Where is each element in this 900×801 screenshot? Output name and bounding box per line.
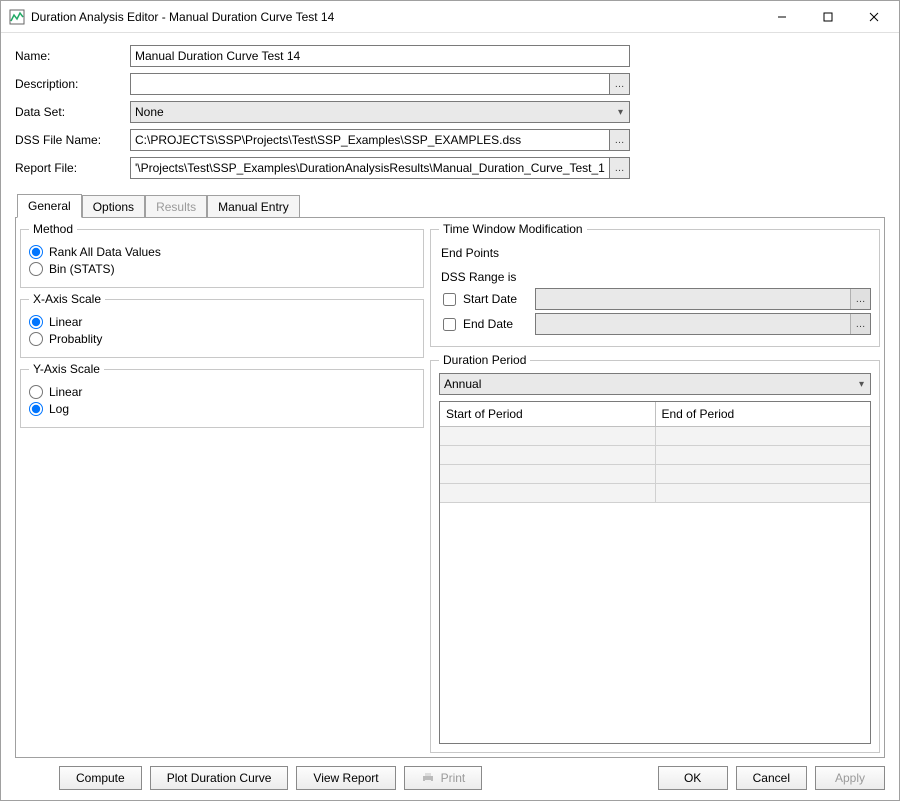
startdate-checkbox[interactable] <box>443 293 456 306</box>
endpoints-label: End Points <box>441 246 871 260</box>
yaxis-group: Y-Axis Scale Linear Log <box>20 362 424 428</box>
xaxis-linear-radio[interactable] <box>29 315 43 329</box>
ellipsis-icon: … <box>856 294 866 305</box>
print-label: Print <box>441 771 466 785</box>
yaxis-linear-label: Linear <box>49 385 82 399</box>
ok-button[interactable]: OK <box>658 766 728 790</box>
left-column: Method Rank All Data Values Bin (STATS) … <box>20 222 424 753</box>
yaxis-linear-radio[interactable] <box>29 385 43 399</box>
dssfile-label: DSS File Name: <box>15 133 130 147</box>
app-window: Duration Analysis Editor - Manual Durati… <box>0 0 900 801</box>
tab-panel-general: Method Rank All Data Values Bin (STATS) … <box>15 217 885 758</box>
duration-period-group: Duration Period Annual ▾ Start of Period… <box>430 353 880 753</box>
right-column: Time Window Modification End Points DSS … <box>430 222 880 753</box>
xaxis-linear-label: Linear <box>49 315 82 329</box>
tab-strip: General Options Results Manual Entry <box>15 193 885 217</box>
method-bin-radio[interactable] <box>29 262 43 276</box>
table-row[interactable] <box>440 427 870 446</box>
plot-duration-curve-button[interactable]: Plot Duration Curve <box>150 766 289 790</box>
period-table: Start of Period End of Period <box>439 401 871 744</box>
tab-manual-entry[interactable]: Manual Entry <box>207 195 300 218</box>
dssfile-browse-button[interactable]: … <box>610 129 630 151</box>
method-group: Method Rank All Data Values Bin (STATS) <box>20 222 424 288</box>
form-area: Name: Description: … Data Set: None ▾ <box>15 45 885 185</box>
cancel-button[interactable]: Cancel <box>736 766 807 790</box>
dataset-select[interactable]: None ▾ <box>130 101 630 123</box>
xaxis-group: X-Axis Scale Linear Probablity <box>20 292 424 358</box>
yaxis-log-label: Log <box>49 402 69 416</box>
enddate-field[interactable]: … <box>535 313 871 335</box>
yaxis-log-radio[interactable] <box>29 402 43 416</box>
startdate-field[interactable]: … <box>535 288 871 310</box>
titlebar: Duration Analysis Editor - Manual Durati… <box>1 1 899 33</box>
yaxis-legend: Y-Axis Scale <box>29 362 104 376</box>
startdate-browse-button[interactable]: … <box>850 289 870 309</box>
timewindow-legend: Time Window Modification <box>439 222 587 236</box>
method-legend: Method <box>29 222 77 236</box>
window-controls <box>759 2 897 32</box>
view-report-button[interactable]: View Report <box>296 766 395 790</box>
tab-general[interactable]: General <box>17 194 82 218</box>
tab-control: General Options Results Manual Entry Met… <box>15 193 885 758</box>
chevron-down-icon: ▾ <box>859 379 864 390</box>
description-label: Description: <box>15 77 130 91</box>
description-input[interactable] <box>130 73 610 95</box>
minimize-button[interactable] <box>759 2 805 32</box>
enddate-browse-button[interactable]: … <box>850 314 870 334</box>
xaxis-prob-label: Probablity <box>49 332 102 346</box>
window-title: Duration Analysis Editor - Manual Durati… <box>31 10 759 24</box>
dssrange-label: DSS Range is <box>441 270 871 284</box>
method-rank-radio[interactable] <box>29 245 43 259</box>
enddate-label: End Date <box>463 317 513 331</box>
period-end-header: End of Period <box>656 402 871 427</box>
duration-period-value: Annual <box>444 377 481 391</box>
printer-icon <box>421 772 435 784</box>
apply-button: Apply <box>815 766 885 790</box>
timewindow-group: Time Window Modification End Points DSS … <box>430 222 880 347</box>
description-browse-button[interactable]: … <box>610 73 630 95</box>
tab-results: Results <box>145 195 207 218</box>
period-start-header: Start of Period <box>440 402 656 427</box>
startdate-label: Start Date <box>463 292 517 306</box>
xaxis-legend: X-Axis Scale <box>29 292 105 306</box>
ellipsis-icon: … <box>615 135 625 146</box>
xaxis-prob-radio[interactable] <box>29 332 43 346</box>
tab-options[interactable]: Options <box>82 195 145 218</box>
dataset-value: None <box>135 105 164 119</box>
close-button[interactable] <box>851 2 897 32</box>
ellipsis-icon: … <box>615 163 625 174</box>
duration-legend: Duration Period <box>439 353 530 367</box>
compute-button[interactable]: Compute <box>59 766 142 790</box>
table-row[interactable] <box>440 484 870 503</box>
report-label: Report File: <box>15 161 130 175</box>
table-row[interactable] <box>440 446 870 465</box>
dssfile-input[interactable] <box>130 129 610 151</box>
duration-period-select[interactable]: Annual ▾ <box>439 373 871 395</box>
report-browse-button[interactable]: … <box>610 157 630 179</box>
table-empty-area <box>440 503 870 743</box>
chevron-down-icon: ▾ <box>618 107 623 118</box>
print-button: Print <box>404 766 483 790</box>
ellipsis-icon: … <box>615 79 625 90</box>
dataset-label: Data Set: <box>15 105 130 119</box>
ellipsis-icon: … <box>856 319 866 330</box>
name-input[interactable] <box>130 45 630 67</box>
name-label: Name: <box>15 49 130 63</box>
footer-bar: Compute Plot Duration Curve View Report … <box>15 758 885 790</box>
table-row[interactable] <box>440 465 870 484</box>
report-input[interactable] <box>130 157 610 179</box>
maximize-button[interactable] <box>805 2 851 32</box>
client-area: Name: Description: … Data Set: None ▾ <box>1 33 899 800</box>
method-bin-label: Bin (STATS) <box>49 262 115 276</box>
app-icon <box>9 9 25 25</box>
enddate-checkbox[interactable] <box>443 318 456 331</box>
method-rank-label: Rank All Data Values <box>49 245 161 259</box>
